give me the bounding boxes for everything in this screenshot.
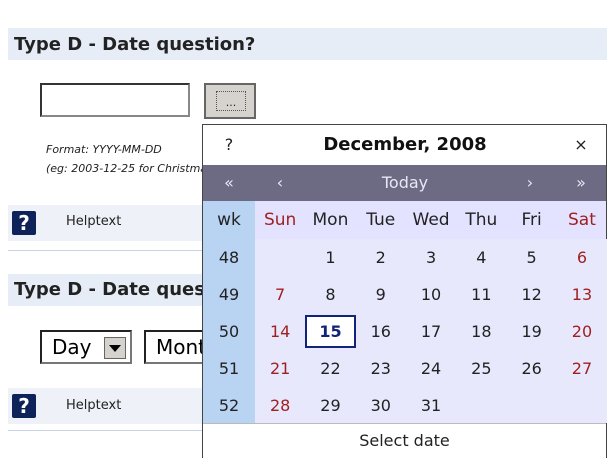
calendar-day[interactable]: 26 bbox=[507, 350, 557, 387]
calendar-help-button[interactable]: ? bbox=[203, 125, 255, 165]
calendar-day[interactable]: 31 bbox=[406, 387, 456, 424]
help-label[interactable]: Helptext bbox=[66, 214, 121, 229]
calendar-day[interactable]: 4 bbox=[456, 239, 506, 276]
chevron-down-icon[interactable] bbox=[104, 337, 126, 359]
week-number: 49 bbox=[218, 285, 240, 304]
calendar-title[interactable]: December, 2008 bbox=[255, 125, 555, 165]
question-title: Type D - Date question? bbox=[14, 34, 256, 55]
help-label-2[interactable]: Helptext bbox=[66, 398, 121, 413]
calendar-day[interactable]: 12 bbox=[507, 276, 557, 313]
calendar-day[interactable]: 21 bbox=[255, 350, 305, 387]
day-header-fri: Fri bbox=[521, 210, 542, 230]
week-number: 48 bbox=[218, 248, 240, 267]
calendar-day[interactable]: 17 bbox=[406, 313, 456, 350]
day-header-wed: Wed bbox=[412, 210, 450, 230]
calendar-day[interactable]: 1 bbox=[305, 239, 355, 276]
calendar-day[interactable]: 30 bbox=[356, 387, 406, 424]
calendar-day[interactable]: 28 bbox=[255, 387, 305, 424]
calendar-day[interactable]: 11 bbox=[456, 276, 506, 313]
calendar-day[interactable]: 19 bbox=[507, 313, 557, 350]
day-header-thu: Thu bbox=[465, 210, 498, 230]
next-month-button[interactable]: › bbox=[505, 165, 555, 201]
prev-month-button[interactable]: ‹ bbox=[255, 165, 305, 201]
calendar-day[interactable]: 20 bbox=[557, 313, 607, 350]
calendar-day[interactable]: 24 bbox=[406, 350, 456, 387]
calendar-day[interactable]: 18 bbox=[456, 313, 506, 350]
date-input[interactable] bbox=[40, 83, 190, 117]
day-select-value: Day bbox=[52, 335, 92, 359]
calendar-day[interactable]: 6 bbox=[557, 239, 607, 276]
week-number: 52 bbox=[218, 396, 240, 415]
calendar-day[interactable]: 25 bbox=[456, 350, 506, 387]
calendar-day[interactable]: 7 bbox=[255, 276, 305, 313]
week-header: wk bbox=[217, 210, 241, 230]
today-button[interactable]: Today bbox=[305, 165, 505, 201]
calendar-day[interactable]: 3 bbox=[406, 239, 456, 276]
calendar-day[interactable]: 14 bbox=[255, 313, 305, 350]
calendar-day[interactable]: 29 bbox=[305, 387, 355, 424]
calendar-day[interactable]: 13 bbox=[557, 276, 607, 313]
calendar-day[interactable]: 8 bbox=[305, 276, 355, 313]
calendar-day[interactable]: 23 bbox=[356, 350, 406, 387]
calendar-button[interactable]: ... bbox=[204, 83, 256, 119]
calendar-day[interactable]: 22 bbox=[305, 350, 355, 387]
calendar-status: Select date bbox=[203, 423, 606, 458]
calendar-popup: ? December, 2008 × « ‹ Today › » wk Sun M… bbox=[202, 124, 607, 458]
day-header-mon: Mon bbox=[312, 210, 349, 230]
calendar-day[interactable]: 27 bbox=[557, 350, 607, 387]
day-header-tue: Tue bbox=[366, 210, 396, 230]
calendar-day[interactable]: 2 bbox=[356, 239, 406, 276]
calendar-day[interactable]: 10 bbox=[406, 276, 456, 313]
calendar-button-label: ... bbox=[216, 91, 246, 111]
help-icon-2[interactable]: ? bbox=[12, 394, 36, 418]
day-header-sat: Sat bbox=[568, 210, 596, 230]
calendar-day[interactable]: 5 bbox=[507, 239, 557, 276]
calendar-day[interactable]: 16 bbox=[356, 313, 406, 350]
close-icon[interactable]: × bbox=[556, 125, 606, 165]
day-header-sun: Sun bbox=[263, 210, 297, 230]
week-number: 51 bbox=[218, 359, 240, 378]
calendar-nav: « ‹ Today › » bbox=[203, 165, 606, 201]
prev-year-button[interactable]: « bbox=[203, 165, 255, 201]
calendar-day[interactable]: 9 bbox=[356, 276, 406, 313]
next-year-button[interactable]: » bbox=[555, 165, 607, 201]
help-icon[interactable]: ? bbox=[12, 211, 36, 235]
calendar-day-today[interactable]: 15 bbox=[305, 315, 356, 348]
format-hint: Format: YYYY-MM-DD bbox=[46, 143, 162, 156]
week-number: 50 bbox=[218, 322, 240, 341]
